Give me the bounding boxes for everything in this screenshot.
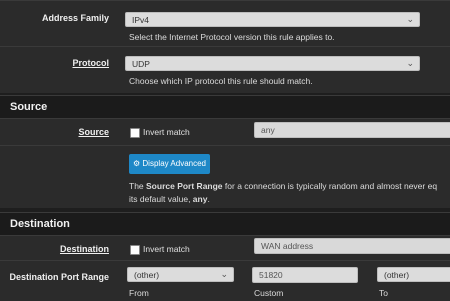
address-family-value: IPv4	[132, 15, 150, 25]
address-family-select[interactable]: IPv4 ⌄	[125, 12, 420, 27]
source-address-value: any	[261, 125, 275, 135]
port-from-caption: From	[129, 288, 149, 298]
source-address-input[interactable]: any	[254, 122, 450, 138]
display-advanced-button[interactable]: ⚙ Display Advanced	[129, 154, 210, 174]
protocol-value: UDP	[132, 59, 150, 69]
port-to-caption: To	[379, 288, 388, 298]
destination-port-range-row: Destination Port Range (other) ⌄ 51820 (…	[0, 260, 450, 301]
port-custom-caption: Custom	[254, 288, 284, 298]
source-invert-label: Invert match	[143, 127, 190, 137]
source-port-help-line1: The Source Port Range for a connection i…	[129, 181, 438, 191]
port-custom-value: 51820	[259, 270, 283, 280]
destination-invert-label: Invert match	[143, 244, 190, 254]
source-section-header: Source	[0, 95, 450, 119]
gear-icon: ⚙	[133, 159, 141, 168]
protocol-help: Choose which IP protocol this rule shoul…	[129, 76, 313, 86]
address-family-row: Address Family IPv4 ⌄ Select the Interne…	[0, 0, 450, 46]
protocol-label: Protocol	[72, 58, 109, 68]
source-port-help-line2: its default value, any.	[129, 194, 210, 204]
destination-address-input[interactable]: WAN address	[254, 238, 450, 254]
source-label: Source	[78, 127, 109, 137]
chevron-down-icon: ⌄	[220, 269, 228, 279]
chevron-down-icon: ⌄	[406, 58, 414, 68]
destination-address-value: WAN address	[261, 241, 314, 251]
source-section-title: Source	[10, 101, 48, 113]
port-from-value: (other)	[134, 270, 160, 280]
destination-invert-checkbox[interactable]	[130, 245, 140, 255]
port-custom-input[interactable]: 51820	[252, 267, 358, 283]
chevron-down-icon: ⌄	[406, 14, 414, 24]
destination-section-title: Destination	[10, 218, 70, 230]
destination-port-range-label: Destination Port Range	[9, 272, 109, 282]
source-row: Source Invert match any	[0, 118, 450, 145]
destination-label: Destination	[59, 244, 109, 254]
protocol-select[interactable]: UDP ⌄	[125, 56, 420, 71]
port-from-select[interactable]: (other) ⌄	[127, 267, 234, 282]
address-family-help: Select the Internet Protocol version thi…	[129, 32, 335, 42]
display-advanced-label: Display Advanced	[142, 159, 206, 168]
protocol-row: Protocol UDP ⌄ Choose which IP protocol …	[0, 46, 450, 93]
source-invert-checkbox[interactable]	[130, 128, 140, 138]
destination-row: Destination Invert match WAN address	[0, 235, 450, 260]
destination-section-header: Destination	[0, 212, 450, 236]
port-to-select[interactable]: (other)	[377, 267, 450, 282]
source-advanced-row: ⚙ Display Advanced The Source Port Range…	[0, 145, 450, 208]
address-family-label: Address Family	[41, 13, 109, 23]
port-to-value: (other)	[384, 270, 410, 280]
